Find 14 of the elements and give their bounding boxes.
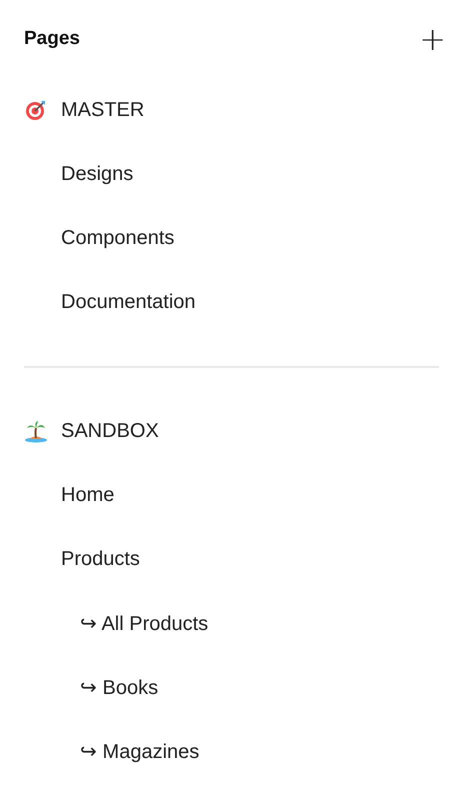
page-item[interactable]: Products	[61, 548, 140, 570]
island-icon	[24, 419, 48, 443]
page-item[interactable]: Home	[61, 484, 114, 506]
add-page-button[interactable]: +	[419, 23, 446, 55]
page-item[interactable]: ↪ Magazines	[80, 738, 200, 764]
page-item[interactable]: Components	[61, 226, 174, 250]
target-icon	[24, 98, 48, 122]
panel-title: Pages	[24, 28, 80, 50]
page-item[interactable]: SANDBOX	[61, 420, 159, 442]
page-item[interactable]: Documentation	[61, 290, 196, 314]
page-item[interactable]: Designs	[61, 162, 134, 186]
page-item[interactable]: MASTER	[61, 98, 144, 122]
page-item[interactable]: ↪ All Products	[80, 610, 208, 636]
page-item[interactable]: ↪ Books	[80, 674, 158, 700]
